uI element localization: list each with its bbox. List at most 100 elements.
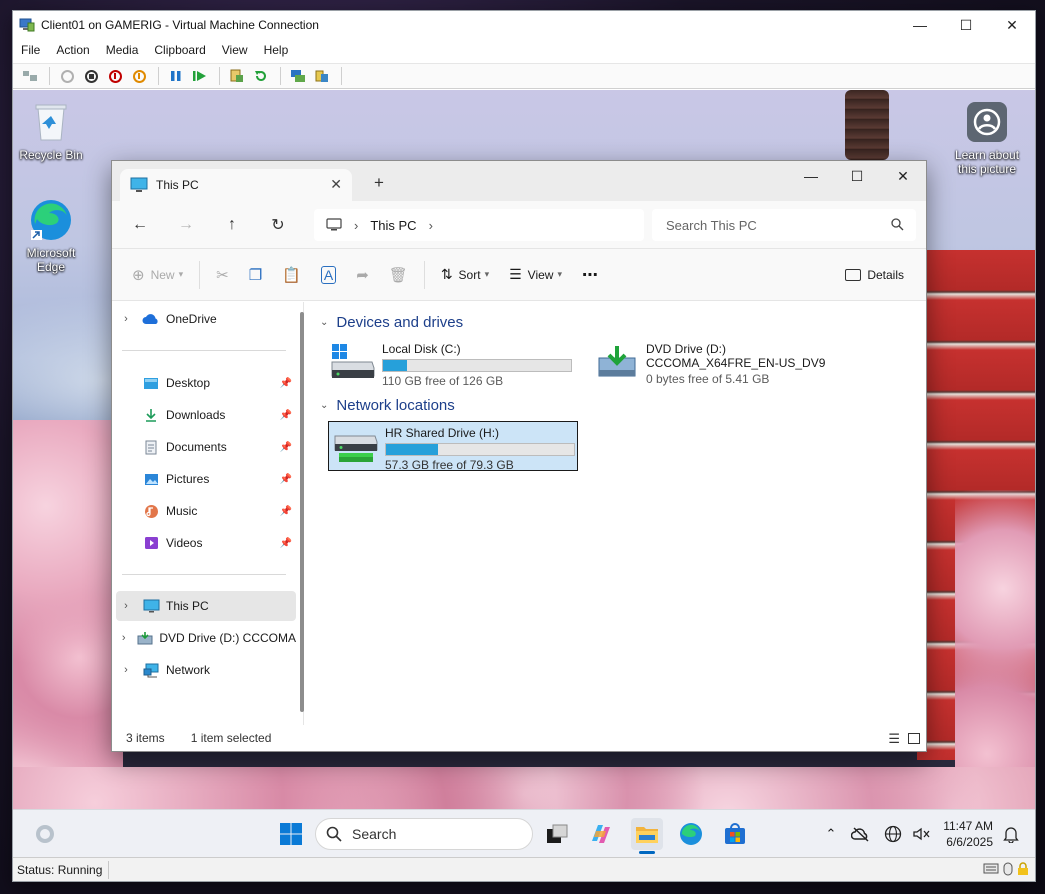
start-button[interactable] [275,818,307,850]
pin-icon[interactable]: 📌 [280,474,292,485]
vm-maximize-button[interactable]: ☐ [943,11,989,39]
resume-button[interactable] [189,66,211,86]
this-pc-icon [130,177,148,192]
sidebar-item-onedrive[interactable]: › OneDrive [116,304,296,334]
drive-dvd-d[interactable]: DVD Drive (D:) CCCOMA_X64FRE_EN-US_DV9 0… [590,338,890,388]
sidebar-item-downloads[interactable]: Downloads 📌 [116,400,296,430]
shutdown-button[interactable] [104,66,126,86]
menu-help[interactable]: Help [264,43,289,57]
pin-icon[interactable]: 📌 [280,538,292,549]
more-options-button[interactable]: ⋯ [572,259,608,291]
paste-button[interactable]: 📋 [272,259,311,291]
menu-action[interactable]: Action [56,43,89,57]
widgets-button[interactable] [29,818,61,850]
guest-desktop: Recycle Bin Microsoft Edge Learn about t… [13,90,1035,857]
details-button[interactable]: Details [835,259,914,291]
edge-taskbar-button[interactable] [675,818,707,850]
sidebar-item-documents[interactable]: Documents 📌 [116,432,296,462]
search-input[interactable]: Search This PC [652,209,916,241]
drive-free-space: 110 GB free of 126 GB [382,374,504,388]
notifications-button[interactable] [995,818,1027,850]
toolbar-separator [49,67,50,85]
copy-button[interactable]: ❐ [239,259,272,291]
refresh-button[interactable]: ↻ [258,209,298,241]
search-icon [891,218,904,231]
desktop-recycle-bin[interactable]: Recycle Bin [13,100,89,162]
save-state-button[interactable] [128,66,150,86]
sidebar-item-pictures[interactable]: Pictures 📌 [116,464,296,494]
turn-off-button[interactable] [80,66,102,86]
group-network-locations[interactable]: ⌄ Network locations [320,395,455,415]
chevron-down-icon[interactable]: ⌄ [320,317,328,328]
explorer-minimize-button[interactable]: — [788,161,834,191]
chevron-right-icon[interactable]: › [429,218,433,233]
view-button[interactable]: ☰ View ▾ [499,259,572,291]
sidebar-item-music[interactable]: Music 📌 [116,496,296,526]
pin-icon[interactable]: 📌 [280,442,292,453]
checkpoint-button[interactable] [226,66,248,86]
pause-button[interactable] [165,66,187,86]
menu-file[interactable]: File [21,43,40,57]
new-button[interactable]: ⊕ New ▾ [122,259,193,291]
store-taskbar-button[interactable] [719,818,751,850]
details-view-icon[interactable]: ☰ [888,731,900,747]
taskbar-search[interactable]: Search [315,818,533,850]
start-vm-button[interactable] [56,66,78,86]
task-view-icon [547,824,568,843]
enhanced-session-button[interactable] [287,66,309,86]
tab-this-pc[interactable]: This PC ✕ [120,169,352,201]
pin-icon[interactable]: 📌 [280,506,292,517]
group-devices-and-drives[interactable]: ⌄ Devices and drives [320,312,463,332]
show-hidden-icons-button[interactable]: ⌃ [815,818,847,850]
sidebar-item-network[interactable]: › Network [116,655,296,685]
sidebar-item-dvd-drive[interactable]: › DVD Drive (D:) CCCOMA [116,623,296,653]
up-button[interactable]: ↑ [212,209,252,241]
ctrl-alt-del-button[interactable] [19,66,41,86]
explorer-close-button[interactable]: ✕ [880,161,926,191]
sidebar-item-videos[interactable]: Videos 📌 [116,528,296,558]
copilot-button[interactable] [585,818,617,850]
delete-button[interactable]: 🗑 [379,259,418,291]
chevron-right-icon[interactable]: › [116,632,131,644]
sidebar-item-this-pc[interactable]: › This PC [116,591,296,621]
task-view-button[interactable] [541,818,573,850]
back-button[interactable]: ← [120,209,160,241]
onedrive-tray-button[interactable] [845,818,877,850]
pin-icon[interactable]: 📌 [280,410,292,421]
drive-local-disk-c[interactable]: Local Disk (C:) 110 GB free of 126 GB [326,338,576,388]
sidebar-scrollbar[interactable] [300,312,304,712]
vm-minimize-button[interactable]: — [897,11,943,39]
rename-button[interactable]: A [311,259,346,291]
menu-clipboard[interactable]: Clipboard [154,43,205,57]
tiles-view-icon[interactable] [908,733,920,744]
vm-close-button[interactable]: ✕ [989,11,1035,39]
shutdown-red-icon [108,69,122,83]
share-button[interactable] [311,66,333,86]
share-button[interactable]: ➦ [346,259,379,291]
cut-button[interactable]: ✂ [206,259,239,291]
forward-button[interactable]: → [166,209,206,241]
volume-tray-button[interactable] [905,818,937,850]
sidebar-item-desktop[interactable]: Desktop 📌 [116,368,296,398]
menu-view[interactable]: View [222,43,248,57]
taskbar-clock[interactable]: 11:47 AM 6/6/2025 [937,818,993,850]
tab-close-icon[interactable]: ✕ [330,176,342,193]
chevron-right-icon[interactable]: › [116,600,136,612]
chevron-down-icon[interactable]: ⌄ [320,400,328,411]
pin-icon[interactable]: 📌 [280,378,292,389]
menu-media[interactable]: Media [106,43,139,57]
explorer-maximize-button[interactable]: ☐ [834,161,880,191]
new-tab-button[interactable]: + [374,173,384,193]
desktop-edge[interactable]: Microsoft Edge [13,198,89,274]
file-explorer-taskbar-button[interactable] [631,818,663,850]
vm-title-bar[interactable]: Client01 on GAMERIG - Virtual Machine Co… [13,11,1035,39]
onedrive-cloud-icon [142,311,160,327]
chevron-right-icon[interactable]: › [116,664,136,676]
chevron-right-icon[interactable]: › [116,313,136,325]
sort-button[interactable]: ⇅ Sort ▾ [431,259,499,291]
address-bar[interactable]: › This PC › [314,209,644,241]
desktop-learn-picture[interactable]: Learn about this picture [949,100,1025,176]
breadcrumb-this-pc[interactable]: This PC [370,218,416,233]
drive-hr-shared-h[interactable]: HR Shared Drive (H:) 57.3 GB free of 79.… [328,421,578,472]
revert-button[interactable] [250,66,272,86]
